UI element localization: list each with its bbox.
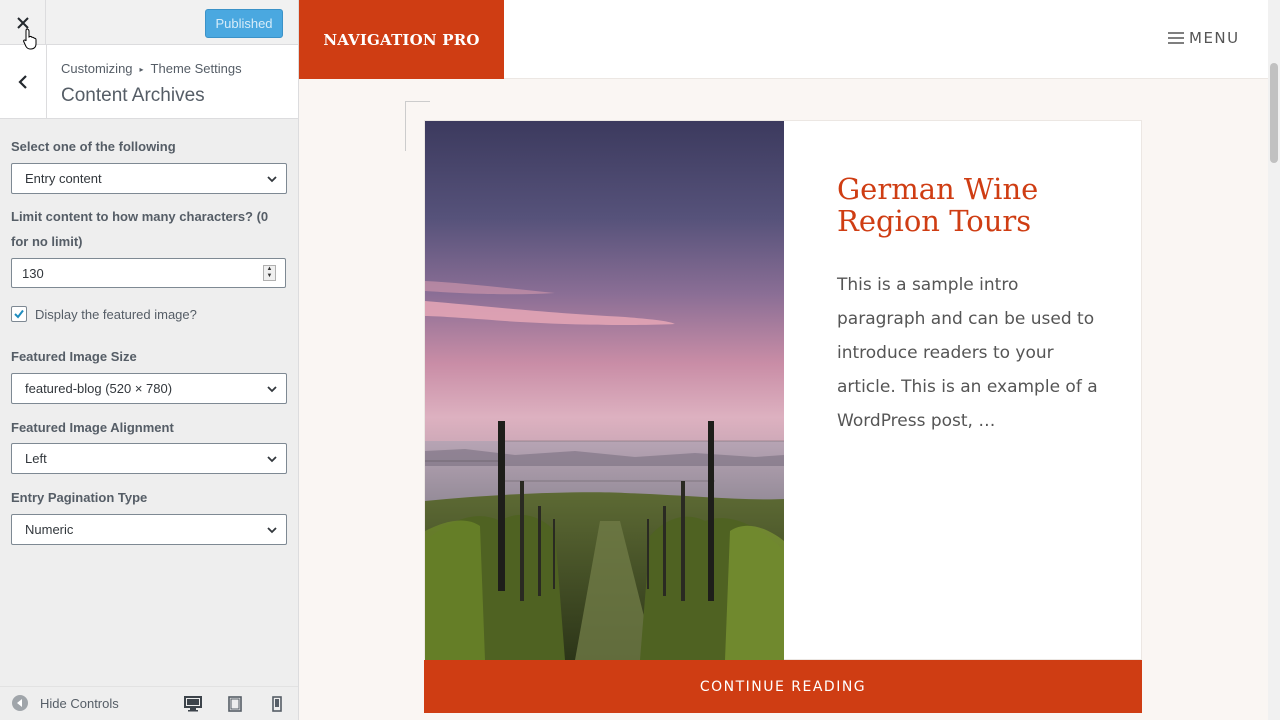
checkmark-icon — [14, 309, 24, 319]
mobile-preview-button[interactable] — [267, 694, 287, 714]
chevron-down-icon — [267, 176, 277, 183]
menu-label: MENU — [1189, 29, 1240, 47]
image-alignment-label: Featured Image Alignment — [11, 420, 174, 435]
preview-scrollbar[interactable] — [1268, 0, 1280, 720]
content-type-value: Entry content — [25, 171, 102, 186]
post-title[interactable]: German Wine Region Tours — [837, 173, 1097, 237]
limit-value: 130 — [22, 265, 44, 281]
number-spinner[interactable]: ▲ ▼ — [263, 265, 276, 281]
chevron-down-icon — [267, 527, 277, 534]
desktop-icon — [184, 696, 202, 712]
limit-label: Limit content to how many characters? (0… — [11, 209, 269, 249]
scrollbar-thumb[interactable] — [1270, 63, 1278, 163]
pagination-label: Entry Pagination Type — [11, 490, 148, 505]
mobile-icon — [272, 696, 282, 712]
customizer-sidebar: Published Customizing ▸ Theme Settings Con… — [0, 0, 299, 720]
pagination-value: Numeric — [25, 522, 74, 537]
hide-controls-label: Hide Controls — [40, 695, 119, 711]
chevron-down-icon — [267, 456, 277, 463]
limit-input[interactable]: 130 ▲ ▼ — [11, 258, 286, 288]
customizer-header: Published — [0, 0, 298, 45]
breadcrumb-separator-icon: ▸ — [139, 65, 144, 74]
publish-button[interactable]: Published — [205, 9, 283, 38]
section-header: Customizing ▸ Theme Settings Content Archi… — [0, 45, 298, 119]
image-size-select[interactable]: featured-blog (520 × 780) — [11, 373, 287, 404]
collapse-icon — [12, 695, 28, 711]
section-title: Content Archives — [61, 85, 205, 106]
tablet-icon — [228, 696, 242, 712]
site-title[interactable]: NAVIGATION PRO — [299, 0, 504, 79]
post-excerpt: This is a sample intro paragraph and can… — [837, 275, 1098, 431]
site-header: NAVIGATION PRO MENU — [299, 0, 1268, 79]
content-type-label: Select one of the following — [11, 139, 176, 154]
pagination-select[interactable]: Numeric — [11, 514, 287, 545]
vineyard-image — [425, 121, 784, 660]
image-alignment-value: Left — [25, 451, 47, 466]
breadcrumb-root: Customizing — [61, 61, 133, 76]
featured-image-checkbox[interactable] — [11, 306, 27, 322]
tablet-preview-button[interactable] — [225, 694, 245, 714]
content-type-select[interactable]: Entry content — [11, 163, 287, 194]
breadcrumb: Customizing ▸ Theme Settings — [61, 61, 242, 76]
hamburger-icon — [1168, 32, 1184, 44]
desktop-preview-button[interactable] — [183, 694, 203, 714]
chevron-down-icon — [267, 386, 277, 393]
image-alignment-select[interactable]: Left — [11, 443, 287, 474]
chevron-left-icon — [18, 74, 27, 89]
breadcrumb-parent: Theme Settings — [150, 61, 242, 76]
featured-image-checkbox-label: Display the featured image? — [35, 306, 197, 322]
site-preview: NAVIGATION PRO MENU German Wine Region T… — [299, 0, 1280, 720]
featured-image[interactable] — [425, 121, 784, 660]
image-size-value: featured-blog (520 × 780) — [25, 381, 173, 396]
post-card: German Wine Region Tours This is a sampl… — [424, 120, 1142, 660]
customizer-footer: Hide Controls — [0, 686, 298, 720]
featured-image-option: Display the featured image? — [11, 306, 197, 322]
image-size-label: Featured Image Size — [11, 349, 137, 364]
continue-reading-button[interactable]: CONTINUE READING — [424, 660, 1142, 713]
close-icon — [16, 16, 29, 29]
hide-controls-button[interactable]: Hide Controls — [12, 695, 119, 711]
back-button[interactable] — [0, 45, 47, 118]
pointer-cursor-icon — [23, 28, 37, 50]
menu-toggle[interactable]: MENU — [1168, 29, 1240, 47]
